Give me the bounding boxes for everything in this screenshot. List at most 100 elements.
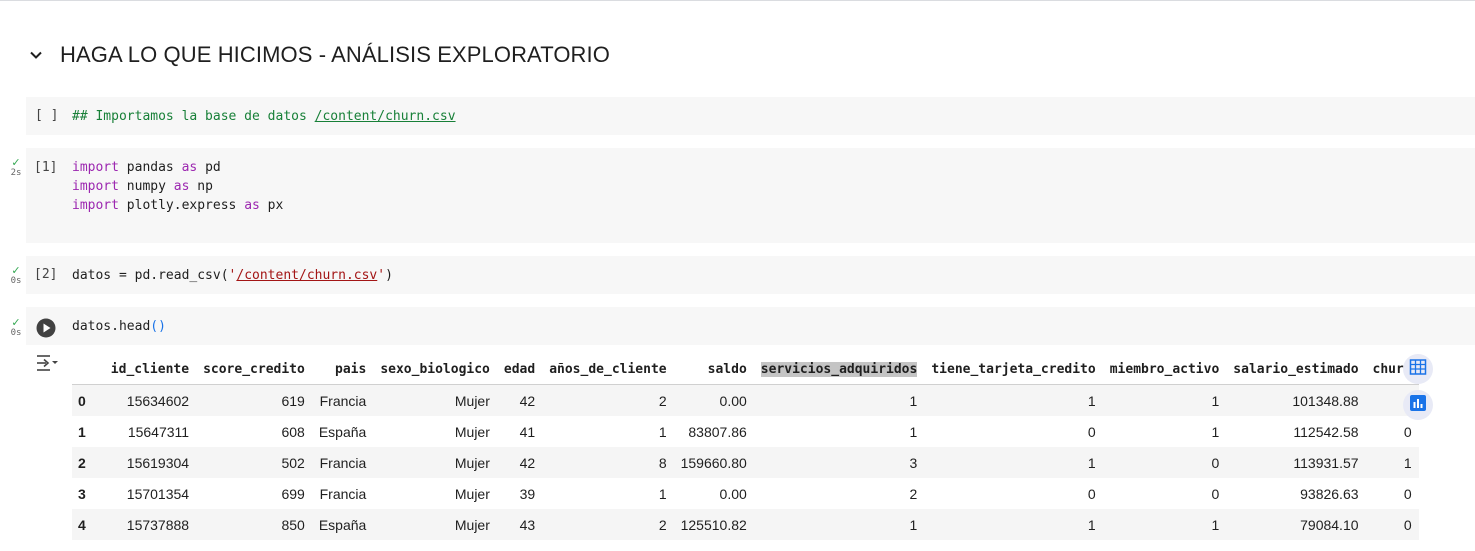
table-cell: 619 xyxy=(196,384,312,416)
code-cell-read-csv[interactable]: [2] datos = pd.read_csv('/content/churn.… xyxy=(26,256,1475,294)
table-header-row: id_cliente score_credito pais sexo_biolo… xyxy=(72,354,1419,385)
table-cell: 0 xyxy=(1403,423,1412,440)
column-header: tiene_tarjeta_credito xyxy=(924,354,1103,385)
check-icon: ✓ xyxy=(11,157,21,169)
table-cell: 1 xyxy=(1102,384,1227,416)
table-cell: 79084.10 xyxy=(1226,509,1366,540)
table-cell: Francia xyxy=(319,485,367,502)
table-cell: 0.00 xyxy=(673,384,754,416)
row-index: 1 xyxy=(78,423,86,440)
row-index: 4 xyxy=(72,509,104,540)
table-cell: 2 xyxy=(909,485,918,502)
row-index: 3 xyxy=(78,485,86,502)
table-cell: 39 xyxy=(519,485,536,502)
table-cell: Francia xyxy=(311,384,374,416)
column-header: saldo xyxy=(673,354,754,385)
table-cell: 125510.82 xyxy=(673,509,754,540)
table-cell: 159660.80 xyxy=(673,447,754,478)
table-cell: Mujer xyxy=(373,447,497,478)
table-cell: Mujer xyxy=(373,384,497,416)
exec-time: 0s xyxy=(10,328,22,338)
table-cell: 0 xyxy=(1087,423,1096,440)
table-cell: 15701354 xyxy=(126,485,190,502)
table-cell: 850 xyxy=(196,509,312,540)
cell-code[interactable]: datos = pd.read_csv('/content/churn.csv'… xyxy=(72,266,393,285)
table-cell: Mujer xyxy=(454,423,490,440)
column-header-highlighted: servicios_adquiridos xyxy=(753,354,925,385)
cell-code[interactable]: ## Importamos la base de datos /content/… xyxy=(72,107,456,126)
cell-code[interactable]: datos.head() xyxy=(72,317,166,336)
code-cell-head[interactable]: datos.head() xyxy=(26,307,1475,345)
table-cell: 0 xyxy=(1211,485,1220,502)
check-icon: ✓ xyxy=(11,317,21,329)
table-cell: 15647311 xyxy=(127,423,190,440)
table-cell: Francia xyxy=(311,447,374,478)
code-cell-comment[interactable]: [ ] ## Importamos la base de datos /cont… xyxy=(26,97,1475,135)
table-cell: 113931.57 xyxy=(1226,447,1366,478)
table-cell: 0.00 xyxy=(719,485,747,502)
table-row: 4 15737888 850 España Mujer 43 2 125510.… xyxy=(72,509,1419,540)
table-cell: España xyxy=(318,423,367,440)
table-cell: 43 xyxy=(496,509,543,540)
table-cell: 0 xyxy=(1102,447,1227,478)
table-cell: 1 xyxy=(753,384,925,416)
table-cell: 93826.63 xyxy=(1300,485,1359,502)
section-header: HAGA LO QUE HICIMOS - ANÁLISIS EXPLORATO… xyxy=(24,38,610,72)
table-cell: 608 xyxy=(281,423,305,440)
check-icon: ✓ xyxy=(11,265,21,277)
row-index: 2 xyxy=(72,447,104,478)
top-divider xyxy=(0,0,1475,1)
table-cell: 0 xyxy=(1403,485,1412,502)
cell-code[interactable]: import pandas as pd import numpy as np i… xyxy=(72,158,283,215)
suggest-charts-button[interactable] xyxy=(1403,390,1433,420)
cell-prompt: [1] xyxy=(34,160,58,175)
table-cell: 1 xyxy=(1365,447,1419,478)
table-cell: 42 xyxy=(496,384,543,416)
cell-status-1: ✓ 2s xyxy=(8,157,24,179)
table-cell: 112542.58 xyxy=(1293,423,1359,440)
table-cell: 1 xyxy=(924,447,1103,478)
table-cell: 83807.86 xyxy=(688,423,747,440)
column-header: edad xyxy=(496,354,543,385)
table-cell: Mujer xyxy=(373,509,497,540)
column-header xyxy=(72,354,104,385)
section-title: HAGA LO QUE HICIMOS - ANÁLISIS EXPLORATO… xyxy=(60,42,610,67)
table-row: 2 15619304 502 Francia Mujer 42 8 159660… xyxy=(72,447,1419,478)
table-cell: 1 xyxy=(1102,509,1227,540)
table-cell: 1 xyxy=(658,485,667,502)
column-header: pais xyxy=(311,354,374,385)
output-options-icon[interactable] xyxy=(36,353,58,373)
table-cell: 502 xyxy=(196,447,312,478)
table-cell: 42 xyxy=(496,447,543,478)
cell-prompt: [ ] xyxy=(35,108,59,123)
table-cell: 699 xyxy=(281,485,305,502)
column-header: score_credito xyxy=(196,354,312,385)
dataframe-table: id_cliente score_credito pais sexo_biolo… xyxy=(72,354,1419,540)
column-header: id_cliente xyxy=(103,354,197,385)
table-cell: 41 xyxy=(519,423,536,440)
cell-status-3: ✓ 0s xyxy=(8,317,24,339)
exec-time: 2s xyxy=(10,168,22,178)
table-cell: España xyxy=(311,509,374,540)
table-cell: 1 xyxy=(1211,423,1220,440)
column-header: miembro_activo xyxy=(1102,354,1227,385)
convert-to-interactive-table-button[interactable] xyxy=(1403,354,1433,384)
table-cell: 0 xyxy=(1087,485,1096,502)
chart-icon xyxy=(1409,394,1427,417)
table-row: 3 15701354 699 Francia Mujer 39 1 0.00 2… xyxy=(72,478,1419,509)
table-row: 1 15647311 608 España Mujer 41 1 83807.8… xyxy=(72,416,1419,447)
table-cell: 2 xyxy=(542,384,674,416)
table-row: 0 15634602 619 Francia Mujer 42 2 0.00 1… xyxy=(72,384,1419,416)
exec-time: 0s xyxy=(10,276,22,286)
code-cell-imports[interactable]: [1] import pandas as pd import numpy as … xyxy=(26,148,1475,243)
column-header: sexo_biologico xyxy=(373,354,497,385)
run-icon[interactable] xyxy=(36,318,56,338)
table-cell: 0 xyxy=(1365,509,1419,540)
table-cell: 2 xyxy=(542,509,674,540)
table-cell: 15619304 xyxy=(103,447,197,478)
table-cell: 15634602 xyxy=(103,384,197,416)
table-cell: 1 xyxy=(753,509,925,540)
chevron-down-icon[interactable] xyxy=(24,43,48,67)
table-icon xyxy=(1409,358,1427,381)
table-cell: 8 xyxy=(542,447,674,478)
